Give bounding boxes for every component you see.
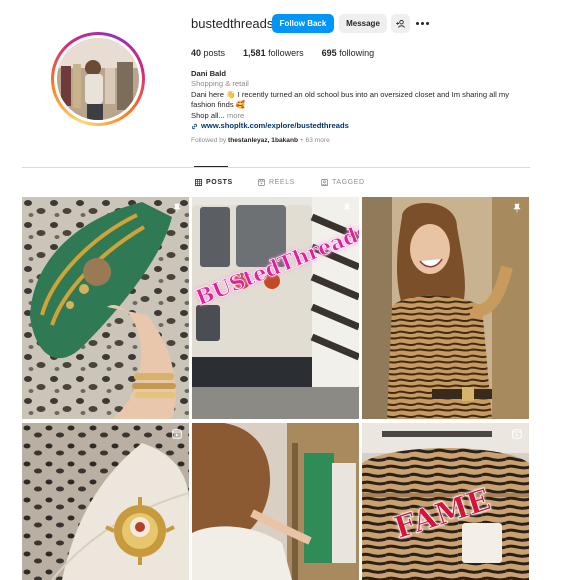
- profile-avatar-ring[interactable]: [51, 32, 145, 126]
- post-3-photo: [362, 197, 529, 419]
- bio-link-row: www.shopltk.com/explore/bustedthreads: [191, 121, 531, 133]
- active-tab-indicator: [194, 166, 228, 167]
- profile-bio: Dani Bald Shopping & retail Dani here 👋 …: [191, 69, 531, 133]
- message-button[interactable]: Message: [339, 14, 387, 33]
- post-4-photo: [22, 423, 189, 580]
- reel-icon: [512, 429, 522, 439]
- more-options-icon[interactable]: [416, 17, 430, 29]
- bio-link-text: www.shopltk.com/explore/bustedthreads: [201, 121, 349, 131]
- tab-reels[interactable]: REELS: [258, 179, 295, 186]
- followed-by-prefix: Followed by: [191, 137, 227, 144]
- tabs-divider: [22, 167, 530, 168]
- reels-icon: [258, 179, 265, 186]
- bio-text-line1: Dani here 👋 I recently turned an old sch…: [191, 89, 510, 99]
- pin-icon: [173, 203, 181, 213]
- bio-more-link[interactable]: more: [227, 111, 244, 120]
- grid-icon: [195, 179, 202, 186]
- avatar[interactable]: [57, 38, 139, 120]
- profile-username: bustedthreads: [191, 16, 274, 31]
- bio-external-link[interactable]: www.shopltk.com/explore/bustedthreads: [191, 121, 349, 131]
- profile-stats: 40 posts 1,581 followers 695 following: [191, 48, 392, 58]
- follow-back-button[interactable]: Follow Back: [272, 14, 334, 33]
- bio-text-line2: fashion finds 🥰: [191, 100, 246, 110]
- bio-shop-line: Shop all... more: [191, 111, 531, 121]
- post-5-photo: [192, 423, 359, 580]
- posts-count-stat: 40 posts: [191, 48, 226, 58]
- tab-reels-label: REELS: [269, 179, 295, 186]
- post-1-photo: [22, 197, 189, 419]
- post-3[interactable]: [362, 197, 529, 419]
- avatar-photo: [57, 38, 139, 120]
- pin-icon: [343, 203, 351, 213]
- post-6[interactable]: FAME: [362, 423, 529, 580]
- bio-shop-text: Shop all...: [191, 110, 225, 120]
- followers-count-stat[interactable]: 1,581 followers: [243, 48, 304, 58]
- pin-icon: [513, 203, 521, 213]
- profile-category: Shopping & retail: [191, 79, 249, 89]
- reel-icon: [172, 429, 182, 439]
- profile-display-name: Dani Bald: [191, 69, 227, 78]
- add-user-icon: [396, 19, 405, 28]
- tab-posts[interactable]: POSTS: [195, 179, 233, 186]
- link-icon: [191, 123, 198, 129]
- post-2[interactable]: BUStedThreads: [192, 197, 359, 419]
- post-5[interactable]: [192, 423, 359, 580]
- followed-by[interactable]: Followed by thestanleyaz, 1bakanb + 63 m…: [191, 137, 330, 144]
- tagged-icon: [321, 179, 328, 186]
- tab-posts-label: POSTS: [206, 179, 233, 186]
- following-count-stat[interactable]: 695 following: [322, 48, 375, 58]
- post-1[interactable]: [22, 197, 189, 419]
- tab-tagged[interactable]: TAGGED: [321, 179, 365, 186]
- followed-by-suffix: + 63 more: [299, 137, 330, 144]
- add-user-button[interactable]: [391, 14, 410, 33]
- followed-by-names: thestanleyaz, 1bakanb: [228, 137, 299, 144]
- tab-tagged-label: TAGGED: [332, 179, 365, 186]
- post-4[interactable]: [22, 423, 189, 580]
